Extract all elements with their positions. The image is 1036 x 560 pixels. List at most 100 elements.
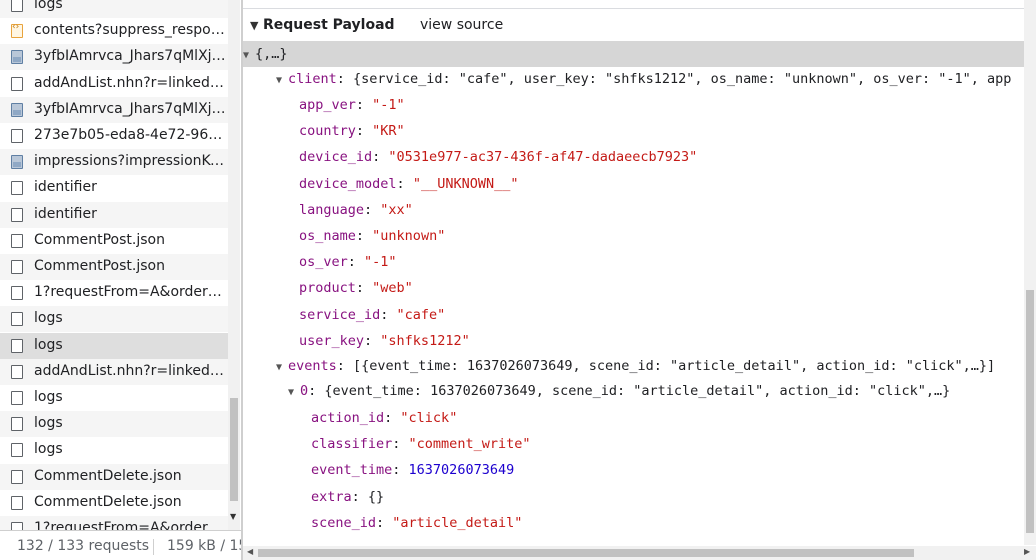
- document-icon: [11, 0, 23, 12]
- request-name: 1?requestFrom=A&orderBy…: [34, 284, 228, 301]
- request-row[interactable]: logs: [0, 385, 228, 411]
- tree-key: events: [288, 358, 337, 374]
- tree-key: classifier: [311, 436, 393, 453]
- tree-summary: {service_id: "cafe", user_key: "shfks121…: [353, 71, 1012, 87]
- payload-scroll-thumb[interactable]: [1026, 290, 1034, 533]
- document-icon: [11, 207, 23, 222]
- expand-triangle-icon[interactable]: ▼: [243, 43, 255, 69]
- request-row[interactable]: identifier: [0, 175, 228, 201]
- tree-value: "click": [400, 410, 458, 426]
- request-row[interactable]: logs: [0, 306, 228, 333]
- request-row[interactable]: CommentDelete.json: [0, 490, 228, 516]
- tree-value: "-1": [364, 254, 397, 271]
- colon: :: [355, 280, 373, 297]
- tree-field: action_id: "click": [311, 405, 457, 431]
- colon: :: [355, 228, 373, 244]
- colon: :: [355, 123, 373, 140]
- request-row[interactable]: logs: [0, 0, 228, 18]
- expand-triangle-icon[interactable]: ▼: [288, 380, 300, 406]
- tree-key: os_name: [299, 228, 356, 244]
- request-row[interactable]: addAndList.nhn?r=linkedM…: [0, 358, 228, 385]
- section-divider: [243, 8, 1036, 9]
- request-row[interactable]: addAndList.nhn?r=linkedM…: [0, 71, 228, 97]
- request-name: 273e7b05-eda8-4e72-96e6…: [34, 127, 228, 143]
- tree-key: device_id: [299, 149, 373, 166]
- request-name: logs: [34, 0, 63, 12]
- tree-value: "xx": [380, 201, 413, 218]
- expand-triangle-icon[interactable]: ▼: [276, 68, 288, 94]
- request-name: logs: [34, 336, 63, 353]
- request-row[interactable]: logs: [0, 437, 228, 463]
- horizontal-scrollbar[interactable]: ◀ ▶: [243, 546, 1036, 560]
- colon: :: [355, 97, 373, 113]
- tree-key: event_time: [311, 462, 393, 479]
- request-name: CommentDelete.json: [34, 493, 182, 510]
- tree-value: "KR": [372, 123, 405, 140]
- document-icon: [11, 443, 23, 458]
- tree-field: extra: {}: [311, 484, 384, 510]
- colon: :: [392, 436, 409, 453]
- tree-key: extra: [311, 488, 352, 505]
- request-list-scroll-thumb[interactable]: [230, 398, 238, 501]
- tree-value: "cafe": [396, 306, 446, 323]
- document-icon: [11, 338, 23, 353]
- scroll-right-arrow-icon[interactable]: ▶: [1024, 547, 1030, 556]
- tree-field: country: "KR": [299, 118, 405, 144]
- request-name: addAndList.nhn?r=linkedM…: [34, 74, 228, 91]
- request-name: impressions?impressionKe…: [34, 153, 228, 170]
- request-count: 132 / 133 requests: [17, 538, 150, 554]
- request-row[interactable]: 1?requestFrom=A&orderBy…: [0, 280, 228, 306]
- request-row[interactable]: logs: [0, 411, 228, 438]
- tree-client[interactable]: ▼ client: {service_id: "cafe", user_key: …: [276, 66, 1011, 92]
- request-row[interactable]: 1?requestFrom=A&orderBy…: [0, 516, 228, 530]
- tree-field: service_id: "cafe": [299, 302, 445, 328]
- view-source-link[interactable]: view source: [420, 17, 503, 33]
- section-title[interactable]: Request Payload: [263, 17, 395, 33]
- request-row[interactable]: CommentDelete.json: [0, 463, 228, 490]
- colon: :: [347, 254, 365, 271]
- request-row[interactable]: 273e7b05-eda8-4e72-96e6…: [0, 123, 228, 149]
- colon: :: [308, 383, 325, 399]
- request-name: identifier: [34, 205, 97, 222]
- request-row[interactable]: logs: [0, 332, 228, 359]
- colon: :: [384, 410, 401, 426]
- tree-key: user_key: [299, 332, 365, 349]
- document-icon: [11, 522, 23, 530]
- request-row[interactable]: 3yfbIAmrvca_Jhars7qMlXj3…: [0, 96, 228, 123]
- tree-value: 1637026073649: [408, 462, 515, 479]
- request-row[interactable]: impressions?impressionKe…: [0, 149, 228, 176]
- request-row[interactable]: identifier: [0, 201, 228, 228]
- tree-event-0[interactable]: ▼ 0: {event_time: 1637026073649, scene_id…: [288, 378, 950, 404]
- tree-field: classifier: "comment_write": [311, 431, 530, 457]
- horizontal-scroll-thumb[interactable]: [258, 549, 914, 557]
- tree-summary: {event_time: 1637026073649, scene_id: "a…: [324, 383, 951, 399]
- request-name: CommentDelete.json: [34, 467, 182, 484]
- tree-key: client: [288, 71, 337, 87]
- collapse-triangle-icon[interactable]: ▼: [250, 19, 258, 32]
- tree-key: product: [299, 280, 356, 297]
- colon: :: [372, 149, 389, 166]
- document-icon: [11, 417, 23, 432]
- tree-field: device_id: "0531e977-ac37-436f-af47-dada…: [299, 144, 697, 170]
- scroll-left-arrow-icon[interactable]: ◀: [247, 547, 253, 556]
- tree-summary: [{event_time: 1637026073649, scene_id: "…: [353, 358, 996, 374]
- expand-triangle-icon[interactable]: ▼: [276, 355, 288, 381]
- tree-root[interactable]: ▼ {,…}: [243, 41, 1024, 67]
- payload-scrollbar[interactable]: [1024, 0, 1036, 545]
- request-list-scrollbar[interactable]: [228, 0, 240, 530]
- scroll-down-arrow-icon[interactable]: ▼: [230, 512, 236, 521]
- tree-field: os_name: "unknown": [299, 223, 445, 249]
- request-row[interactable]: 3yfbIAmrvca_Jhars7qMlXj3…: [0, 44, 228, 71]
- tree-field: device_model: "__UNKNOWN__": [299, 171, 518, 197]
- colon: :: [351, 488, 368, 505]
- tree-events[interactable]: ▼ events: [{event_time: 1637026073649, sc…: [276, 353, 995, 379]
- tree-field: language: "xx": [299, 197, 413, 223]
- status-divider: [153, 539, 154, 555]
- request-row[interactable]: CommentPost.json: [0, 228, 228, 254]
- tree-value: "web": [372, 280, 413, 297]
- request-name: 1?requestFrom=A&orderBy…: [34, 520, 228, 530]
- xhr-file-icon: [11, 22, 23, 39]
- transfer-size: 159 kB / 15: [167, 538, 242, 554]
- request-row[interactable]: contents?suppress_respon…: [0, 18, 228, 44]
- request-row[interactable]: CommentPost.json: [0, 254, 228, 280]
